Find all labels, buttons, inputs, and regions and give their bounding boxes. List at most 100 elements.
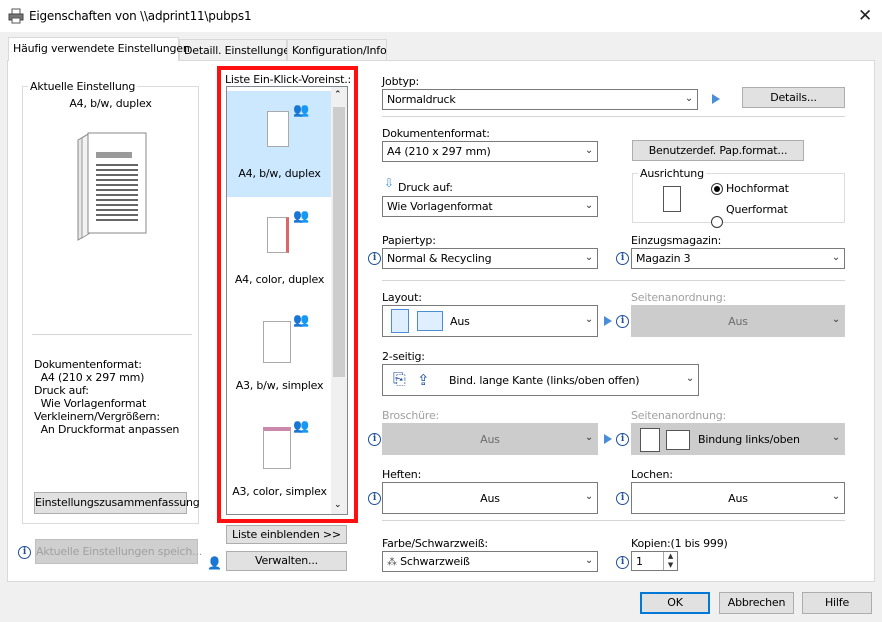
current-setting-summary: A4, b/w, duplex	[69, 97, 152, 110]
oneclick-list-title: Liste Ein-Klick-Voreinst.:	[225, 73, 352, 86]
current-details: Dokumentenformat: A4 (210 x 297 mm) Druck…	[34, 345, 179, 449]
info-icon: i	[18, 546, 31, 559]
pageorder-select[interactable]: Aus ⌄	[631, 305, 845, 337]
list-item[interactable]: 👥 A4, b/w, duplex	[227, 91, 332, 197]
cancel-button[interactable]: Abbrechen	[719, 592, 794, 614]
info-icon: i	[616, 315, 629, 328]
landscape-page-icon	[417, 311, 443, 331]
binding-select[interactable]: Bindung links/oben ⌄	[631, 423, 845, 455]
details-button[interactable]: Details...	[742, 87, 845, 108]
chevron-down-icon: ⌄	[584, 145, 593, 156]
scroll-up-icon[interactable]: ⌃	[334, 90, 342, 100]
people-icon: 👥	[293, 419, 309, 434]
duplex-label: 2-seitig:	[382, 350, 425, 363]
oneclick-preset-list[interactable]: 👥 A4, b/w, duplex 👥 A4, color, duplex 👥 …	[226, 86, 348, 515]
document-preview-icon	[77, 132, 147, 241]
layout-value: Aus	[450, 315, 470, 328]
help-button[interactable]: Hilfe	[802, 592, 872, 614]
chevron-down-icon: ⌄	[584, 314, 593, 325]
portrait-radio[interactable]	[711, 183, 723, 195]
staple-value: Aus	[480, 492, 500, 505]
document-bw-icon	[267, 111, 289, 147]
detail-line: A4 (210 x 297 mm)	[34, 371, 145, 384]
duplex-page-icon: ⎘	[393, 369, 406, 388]
tray-select[interactable]: Magazin 3 ⌄	[631, 248, 845, 269]
detail-line: An Druckformat anpassen	[34, 423, 180, 436]
docformat-select[interactable]: A4 (210 x 297 mm) ⌄	[382, 141, 598, 162]
landscape-label: Querformat	[726, 203, 788, 216]
binding-top-icon	[666, 430, 690, 450]
info-icon: i	[616, 492, 629, 505]
info-icon: i	[616, 556, 629, 569]
printon-select[interactable]: Wie Vorlagenformat ⌄	[382, 196, 598, 217]
scroll-down-icon[interactable]: ⌄	[334, 500, 342, 510]
arrow-right-icon	[712, 94, 720, 104]
chevron-down-icon: ⌄	[584, 200, 593, 211]
list-item[interactable]: 👥 A3, color, simplex	[227, 409, 332, 514]
list-item-label: A3, color, simplex	[232, 485, 327, 498]
punch-value: Aus	[728, 492, 748, 505]
list-item-label: A3, b/w, simplex	[235, 379, 324, 392]
booklet-select[interactable]: Aus ⌄	[382, 423, 598, 455]
info-icon: i	[616, 252, 629, 265]
show-list-button[interactable]: Liste einblenden >>	[226, 525, 347, 544]
printon-value: Wie Vorlagenformat	[387, 200, 493, 213]
manage-button[interactable]: Verwalten...	[226, 551, 347, 571]
tab-detail-settings[interactable]: Detaill. Einstellungen	[179, 39, 297, 60]
single-page-icon	[391, 309, 409, 333]
chevron-down-icon: ⌄	[584, 555, 593, 566]
pageorder-label: Seitenanordnung:	[631, 291, 727, 304]
list-scrollbar[interactable]: ⌃ ⌄	[331, 87, 347, 514]
detail-line: Wie Vorlagenformat	[34, 397, 147, 410]
window-title: Eigenschaften von \\adprint11\pubps1	[29, 9, 252, 23]
close-icon[interactable]: ✕	[852, 4, 878, 28]
arrow-right-icon	[604, 316, 612, 326]
portrait-label: Hochformat	[726, 182, 789, 195]
list-item[interactable]: 👥 A4, color, duplex	[227, 197, 332, 303]
color-mode-icon: ⁂	[387, 557, 397, 568]
jobtype-select[interactable]: Normaldruck ⌄	[382, 89, 698, 110]
chevron-down-icon: ⌄	[831, 314, 840, 325]
layout-select[interactable]: Aus ⌄	[382, 305, 598, 337]
tray-label: Einzugsmagazin:	[631, 234, 722, 247]
copies-label: Kopien:(1 bis 999)	[631, 537, 728, 550]
chevron-down-icon: ⌄	[684, 93, 693, 104]
color-value: Schwarzweiß	[400, 555, 470, 568]
info-icon: i	[368, 252, 381, 265]
tab-configuration[interactable]: Konfiguration/Info	[287, 39, 387, 60]
save-current-settings-button[interactable]: Aktuelle Einstellungen speich...	[35, 539, 202, 564]
layout-label: Layout:	[382, 291, 422, 304]
document-bw-icon	[263, 321, 291, 363]
duplex-select[interactable]: ⎘ ⇪ Bind. lange Kante (links/oben offen)…	[382, 364, 699, 396]
settings-summary-button[interactable]: Einstellungszusammenfassung	[34, 492, 200, 514]
copies-stepper[interactable]: ▲ ▼	[663, 552, 677, 570]
portrait-page-icon	[663, 186, 681, 212]
booklet-value: Aus	[480, 433, 500, 446]
color-select[interactable]: ⁂ Schwarzweiß ⌄	[382, 551, 598, 572]
staple-label: Heften:	[382, 468, 422, 481]
binding-value: Bindung links/oben	[698, 433, 800, 446]
custom-paper-format-button[interactable]: Benutzerdef. Pap.format...	[632, 140, 804, 161]
landscape-radio[interactable]	[711, 216, 723, 228]
booklet-label: Broschüre:	[382, 409, 440, 422]
chevron-down-icon: ⌄	[584, 432, 593, 443]
tab-common-settings[interactable]: Häufig verwendete Einstellungen	[8, 37, 190, 61]
papertype-select[interactable]: Normal & Recycling ⌄	[382, 248, 598, 269]
ok-button[interactable]: OK	[640, 592, 710, 614]
people-icon: 👥	[293, 209, 309, 224]
punch-select[interactable]: Aus ⌄	[631, 482, 845, 514]
list-item[interactable]: 👥 A3, b/w, simplex	[227, 303, 332, 409]
tray-value: Magazin 3	[636, 252, 691, 265]
chevron-down-icon: ⌄	[831, 252, 840, 263]
chevron-down-icon: ⌄	[831, 432, 840, 443]
pageorder-value: Aus	[728, 315, 748, 328]
scroll-thumb[interactable]	[333, 107, 345, 377]
binding-left-icon	[640, 428, 660, 452]
staple-select[interactable]: Aus ⌄	[382, 482, 598, 514]
info-icon: i	[368, 433, 381, 446]
punch-label: Lochen:	[631, 468, 673, 481]
divider	[382, 116, 845, 117]
info-icon: i	[616, 433, 629, 446]
printon-label: Druck auf:	[398, 181, 453, 194]
chevron-down-icon: ⌄	[584, 252, 593, 263]
